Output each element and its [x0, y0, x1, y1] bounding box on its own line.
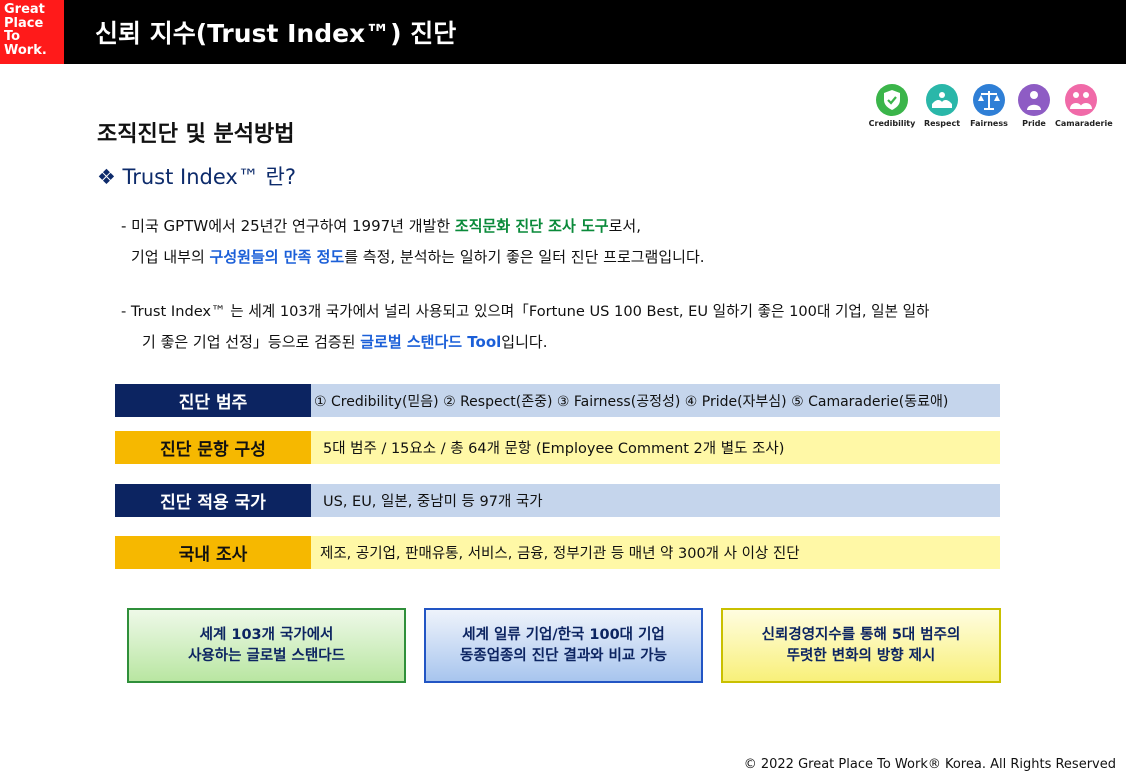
paragraph-2-line-2: 기 좋은 기업 선정」등으로 검증된 글로벌 스탠다드 Tool입니다.: [142, 331, 547, 352]
pride-label: Pride: [1022, 119, 1046, 128]
box-line: 동종업종의 진단 결과와 비교 가능: [460, 647, 667, 664]
pride-icon: [1018, 84, 1050, 116]
feature-box-benchmark: 세계 일류 기업/한국 100대 기업 동종업종의 진단 결과와 비교 가능: [424, 608, 703, 683]
highlight-text: 구성원들의 만족 정도: [209, 248, 345, 266]
row-value: 제조, 공기업, 판매유통, 서비스, 금융, 정부기관 등 매년 약 300개…: [311, 536, 1000, 569]
row-label: 국내 조사: [115, 536, 311, 569]
row-label: 진단 적용 국가: [115, 484, 311, 517]
text-span: 기업 내부의: [131, 248, 210, 266]
respect-icon: [926, 84, 958, 116]
row-value: 5대 범주 / 15요소 / 총 64개 문항 (Employee Commen…: [311, 431, 1000, 464]
respect-item: Respect: [916, 84, 968, 128]
credibility-label: Credibility: [868, 119, 916, 128]
credibility-item: Credibility: [866, 84, 918, 128]
respect-label: Respect: [923, 119, 961, 128]
fairness-icon: [973, 84, 1005, 116]
box-line: 신뢰경영지수를 통해 5대 범주의: [761, 626, 961, 643]
highlight-text: 글로벌 스탠다드 Tool: [360, 333, 502, 351]
logo-line: To: [4, 29, 21, 44]
text-span: 로서,: [608, 217, 641, 235]
logo-line: Work.: [4, 42, 47, 58]
camaraderie-item: Camaraderie: [1055, 84, 1113, 128]
box-line: 사용하는 글로벌 스탠다드: [188, 647, 345, 664]
feature-box-direction: 신뢰경영지수를 통해 5대 범주의 뚜렷한 변화의 방향 제시: [721, 608, 1001, 683]
camaraderie-icon: [1065, 84, 1097, 116]
row-label: 진단 범주: [115, 384, 311, 417]
section-title: 조직진단 및 분석방법: [97, 122, 295, 147]
text-span: 기 좋은 기업 선정」등으로 검증된: [142, 333, 361, 351]
great-place-to-work-logo: Great Place To Work.: [0, 0, 64, 64]
paragraph-2-line-1: - Trust Index™ 는 세계 103개 국가에서 널리 사용되고 있으…: [121, 303, 930, 320]
logo-line: Great: [4, 2, 45, 17]
page-title: 신뢰 지수(Trust Index™) 진단: [95, 19, 457, 48]
box-line: 세계 103개 국가에서: [199, 626, 334, 643]
text-span: 를 측정, 분석하는 일하기 좋은 일터 진단 프로그램입니다.: [344, 248, 705, 266]
paragraph-1-line-2: 기업 내부의 구성원들의 만족 정도를 측정, 분석하는 일하기 좋은 일터 진…: [131, 246, 705, 267]
row-value: US, EU, 일본, 중남미 등 97개 국가: [311, 484, 1000, 517]
credibility-icon: [876, 84, 908, 116]
highlight-text: 조직문화 진단 조사 도구: [454, 217, 609, 235]
box-line: 세계 일류 기업/한국 100대 기업: [462, 626, 665, 643]
logo-line: Place: [4, 15, 44, 31]
text-span: - 미국 GPTW에서 25년간 연구하여 1997년 개발한: [121, 217, 455, 235]
header-bar: Great Place To Work. 신뢰 지수(Trust Index™)…: [0, 0, 1126, 64]
copyright-footer: © 2022 Great Place To Work® Korea. All R…: [743, 757, 1116, 772]
paragraph-1-line-1: - 미국 GPTW에서 25년간 연구하여 1997년 개발한 조직문화 진단 …: [121, 215, 641, 236]
feature-box-global-standard: 세계 103개 국가에서 사용하는 글로벌 스탠다드: [127, 608, 406, 683]
trust-model-icons: Credibility Respect Fairness Pride Camar…: [866, 84, 1116, 134]
row-label: 진단 문항 구성: [115, 431, 311, 464]
row-value: ① Credibility(믿음) ② Respect(존중) ③ Fairne…: [311, 384, 1000, 417]
text-span: 입니다.: [501, 333, 548, 351]
pride-item: Pride: [1008, 84, 1060, 128]
camaraderie-label: Camaraderie: [1055, 119, 1113, 128]
sub-title: ❖ Trust Index™ 란?: [97, 165, 296, 189]
box-line: 뚜렷한 변화의 방향 제시: [786, 647, 936, 664]
